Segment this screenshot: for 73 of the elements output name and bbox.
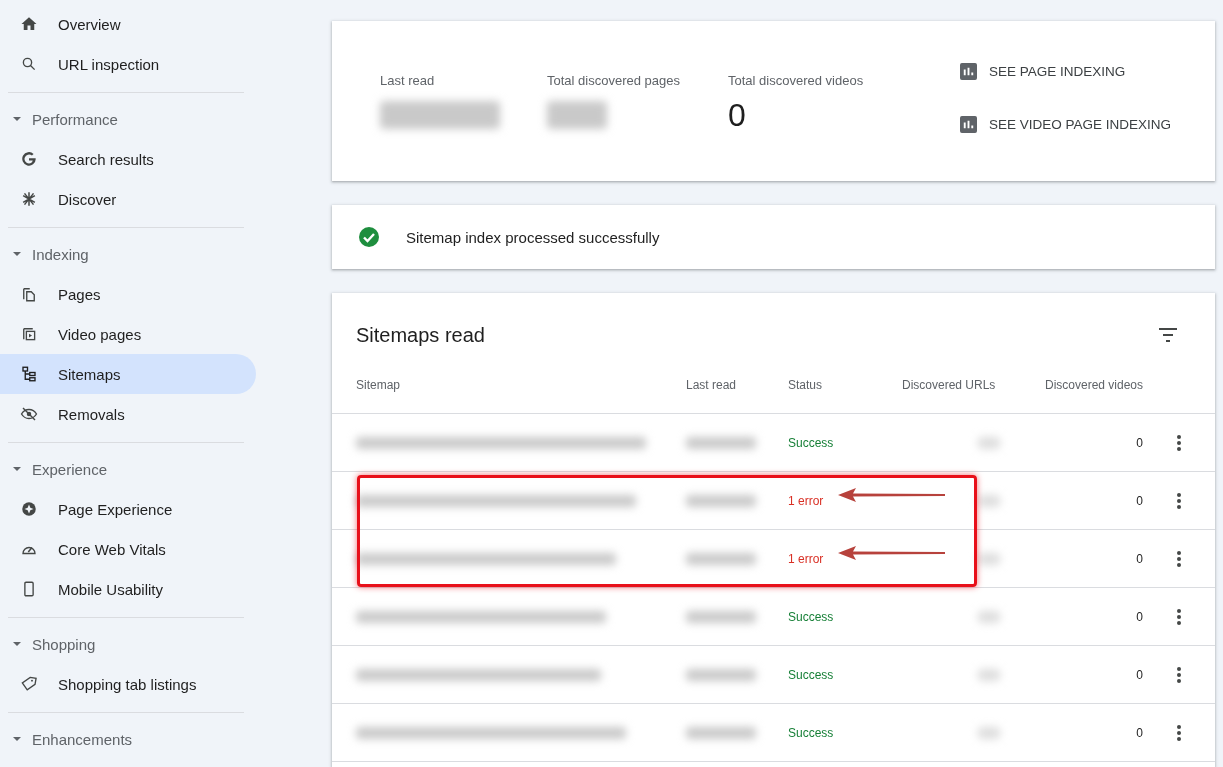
- table-cell: 0: [1136, 493, 1143, 508]
- sidebar-item[interactable]: Removals: [0, 394, 256, 434]
- blurred-date: [686, 610, 756, 623]
- badge-icon: [20, 500, 38, 518]
- video-pages-icon: [20, 325, 38, 343]
- report-link[interactable]: SEE PAGE INDEXING: [960, 63, 1172, 80]
- caret-icon: [12, 114, 22, 124]
- sidebar-item[interactable]: URL inspection: [0, 44, 256, 84]
- blurred-date: [686, 494, 756, 507]
- pages-icon: [20, 285, 38, 303]
- column-header[interactable]: Discovered videos: [1045, 378, 1144, 392]
- blurred-date: [686, 668, 756, 681]
- column-header[interactable]: Status: [788, 378, 823, 392]
- report-link[interactable]: SEE VIDEO PAGE INDEXING: [960, 116, 1172, 133]
- sidebar-item[interactable]: Shopping tab listings: [0, 664, 256, 704]
- caret-icon: [12, 639, 22, 649]
- g-letter-icon: [20, 150, 38, 168]
- section-header[interactable]: Shopping: [0, 618, 270, 664]
- sidebar-item[interactable]: Discover: [0, 179, 256, 219]
- status-text: Success: [788, 435, 834, 450]
- status-text: 1 error: [788, 493, 824, 508]
- table-cell: 0: [1136, 725, 1143, 740]
- bar-chart-icon: [960, 63, 977, 80]
- caret-icon: [12, 249, 22, 259]
- section-header[interactable]: Experience: [0, 443, 270, 489]
- blurred-date: [686, 552, 756, 565]
- sidebar-item[interactable]: Search results: [0, 139, 256, 179]
- sidebar-item[interactable]: Mobile Usability: [0, 569, 256, 609]
- stat-label: Last read: [380, 73, 435, 88]
- asterisk-icon: [20, 190, 38, 208]
- blurred-count: [978, 610, 1000, 623]
- table-cell: 0: [1136, 609, 1143, 624]
- section-header[interactable]: Enhancements: [0, 713, 270, 759]
- blurred-count: [978, 668, 1000, 681]
- sidebar-item[interactable]: Sitemaps: [0, 354, 256, 394]
- caret-icon: [12, 734, 22, 744]
- status-text: Success: [788, 667, 834, 682]
- sidebar-item[interactable]: Overview: [0, 4, 256, 44]
- column-header[interactable]: Last read: [686, 378, 737, 392]
- column-header[interactable]: Discovered URLs: [902, 378, 996, 392]
- section-header[interactable]: Indexing: [0, 228, 270, 274]
- status-message: Sitemap index processed successfully: [406, 228, 660, 246]
- eye-crossed-icon: [20, 405, 38, 423]
- stat-label: Total discovered videos: [728, 73, 864, 88]
- column-header[interactable]: Sitemap: [356, 378, 401, 392]
- blurred-count: [978, 726, 1000, 739]
- table-cell: 0: [1136, 435, 1143, 450]
- blurred-count: [978, 494, 1000, 507]
- blurred-count: [978, 436, 1000, 449]
- blurred-value: [547, 101, 607, 129]
- sidebar-item[interactable]: Video pages: [0, 314, 256, 354]
- status-text: Success: [788, 609, 834, 624]
- sidebar-item[interactable]: Core Web Vitals: [0, 529, 256, 569]
- sitemap-icon: [20, 365, 38, 383]
- table-cell: 0: [1136, 667, 1143, 682]
- blurred-date: [686, 436, 756, 449]
- tag-icon: [20, 675, 38, 693]
- status-text: Success: [788, 725, 834, 740]
- check-circle-icon: [358, 226, 380, 248]
- table-cell: 0: [1136, 551, 1143, 566]
- blurred-date: [686, 726, 756, 739]
- bar-chart-icon: [960, 116, 977, 133]
- section-header[interactable]: Performance: [0, 93, 270, 139]
- status-text: 1 error: [788, 551, 824, 566]
- stat-value: 0: [728, 97, 746, 134]
- sidebar-item[interactable]: Page Experience: [0, 489, 256, 529]
- home-icon: [20, 15, 38, 33]
- search-icon: [20, 55, 38, 73]
- caret-icon: [12, 464, 22, 474]
- stat-label: Total discovered pages: [547, 73, 680, 88]
- sidebar-item[interactable]: Pages: [0, 274, 256, 314]
- blurred-count: [978, 552, 1000, 565]
- table-title: Sitemaps read: [356, 323, 485, 347]
